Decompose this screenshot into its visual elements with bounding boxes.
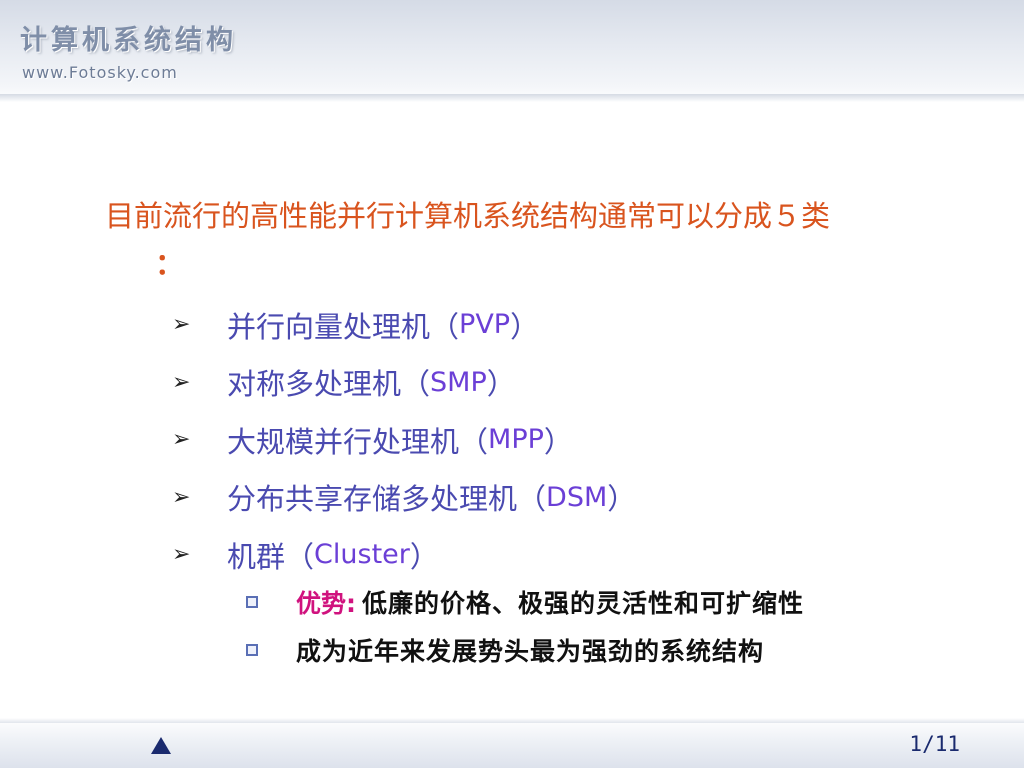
intro-text: 目前流行的高性能并行计算机系统结构通常可以分成５类 bbox=[105, 199, 831, 233]
arrow-right-icon: ➢ bbox=[172, 369, 191, 395]
advantage-label: 优势: bbox=[296, 589, 356, 618]
item-paren-open: （ bbox=[285, 539, 315, 574]
arrow-right-icon: ➢ bbox=[172, 427, 191, 453]
brand-url: www.Fotosky.com bbox=[22, 63, 178, 82]
arrow-right-icon: ➢ bbox=[172, 312, 191, 338]
header-banner: 计算机系统结构 www.Fotosky.com bbox=[0, 0, 1024, 102]
item-paren-close: ） bbox=[486, 367, 516, 402]
item-paren-open: （ bbox=[459, 424, 489, 459]
item-paren-close: ） bbox=[543, 424, 573, 459]
list-item: ➢ 分布共享存储多处理机 （ DSM ） bbox=[172, 469, 972, 527]
intro-colon: ： bbox=[155, 247, 185, 281]
item-abbreviation: DSM bbox=[546, 481, 608, 513]
cluster-sublist: 优势: 低廉的价格、极强的灵活性和可扩缩性 成为近年来发展势头最为强劲的系统结构 bbox=[242, 578, 1002, 674]
item-paren-close: ） bbox=[607, 482, 637, 517]
item-abbreviation: MPP bbox=[488, 424, 544, 456]
square-bullet-icon bbox=[246, 644, 258, 656]
item-abbreviation: Cluster bbox=[314, 539, 410, 571]
square-bullet-icon bbox=[246, 596, 258, 608]
brand-title: 计算机系统结构 bbox=[20, 25, 237, 56]
list-item: ➢ 对称多处理机 （ SMP ） bbox=[172, 354, 972, 412]
item-name: 大规模并行处理机 bbox=[227, 424, 460, 459]
list-item: ➢ 并行向量处理机 （ PVP ） bbox=[172, 296, 972, 354]
item-paren-open: （ bbox=[517, 482, 547, 517]
item-paren-close: ） bbox=[409, 539, 439, 574]
sub-list-item: 成为近年来发展势头最为强劲的系统结构 bbox=[242, 626, 1002, 674]
list-item: ➢ 机群 （ Cluster ） bbox=[172, 526, 972, 584]
page-number: 1/11 bbox=[909, 732, 960, 756]
item-name: 分布共享存储多处理机 bbox=[227, 482, 518, 517]
arrow-right-icon: ➢ bbox=[172, 542, 191, 568]
sub-item-text: 成为近年来发展势头最为强劲的系统结构 bbox=[296, 637, 765, 666]
item-name: 机群 bbox=[227, 539, 286, 574]
item-abbreviation: PVP bbox=[459, 309, 511, 341]
item-paren-close: ） bbox=[510, 309, 540, 344]
item-paren-open: （ bbox=[401, 367, 431, 402]
sub-item-text: 低廉的价格、极强的灵活性和可扩缩性 bbox=[362, 589, 805, 618]
sub-list-item: 优势: 低廉的价格、极强的灵活性和可扩缩性 bbox=[242, 578, 1002, 626]
item-name: 并行向量处理机 bbox=[227, 309, 431, 344]
item-paren-open: （ bbox=[430, 309, 460, 344]
item-name: 对称多处理机 bbox=[227, 367, 402, 402]
arrow-right-icon: ➢ bbox=[172, 484, 191, 510]
architecture-list: ➢ 并行向量处理机 （ PVP ） ➢ 对称多处理机 （ SMP ） ➢ 大规模… bbox=[172, 296, 972, 584]
item-abbreviation: SMP bbox=[430, 366, 487, 398]
list-item: ➢ 大规模并行处理机 （ MPP ） bbox=[172, 411, 972, 469]
footer-bar: 1/11 bbox=[0, 718, 1024, 768]
triangle-up-icon[interactable] bbox=[151, 737, 171, 754]
